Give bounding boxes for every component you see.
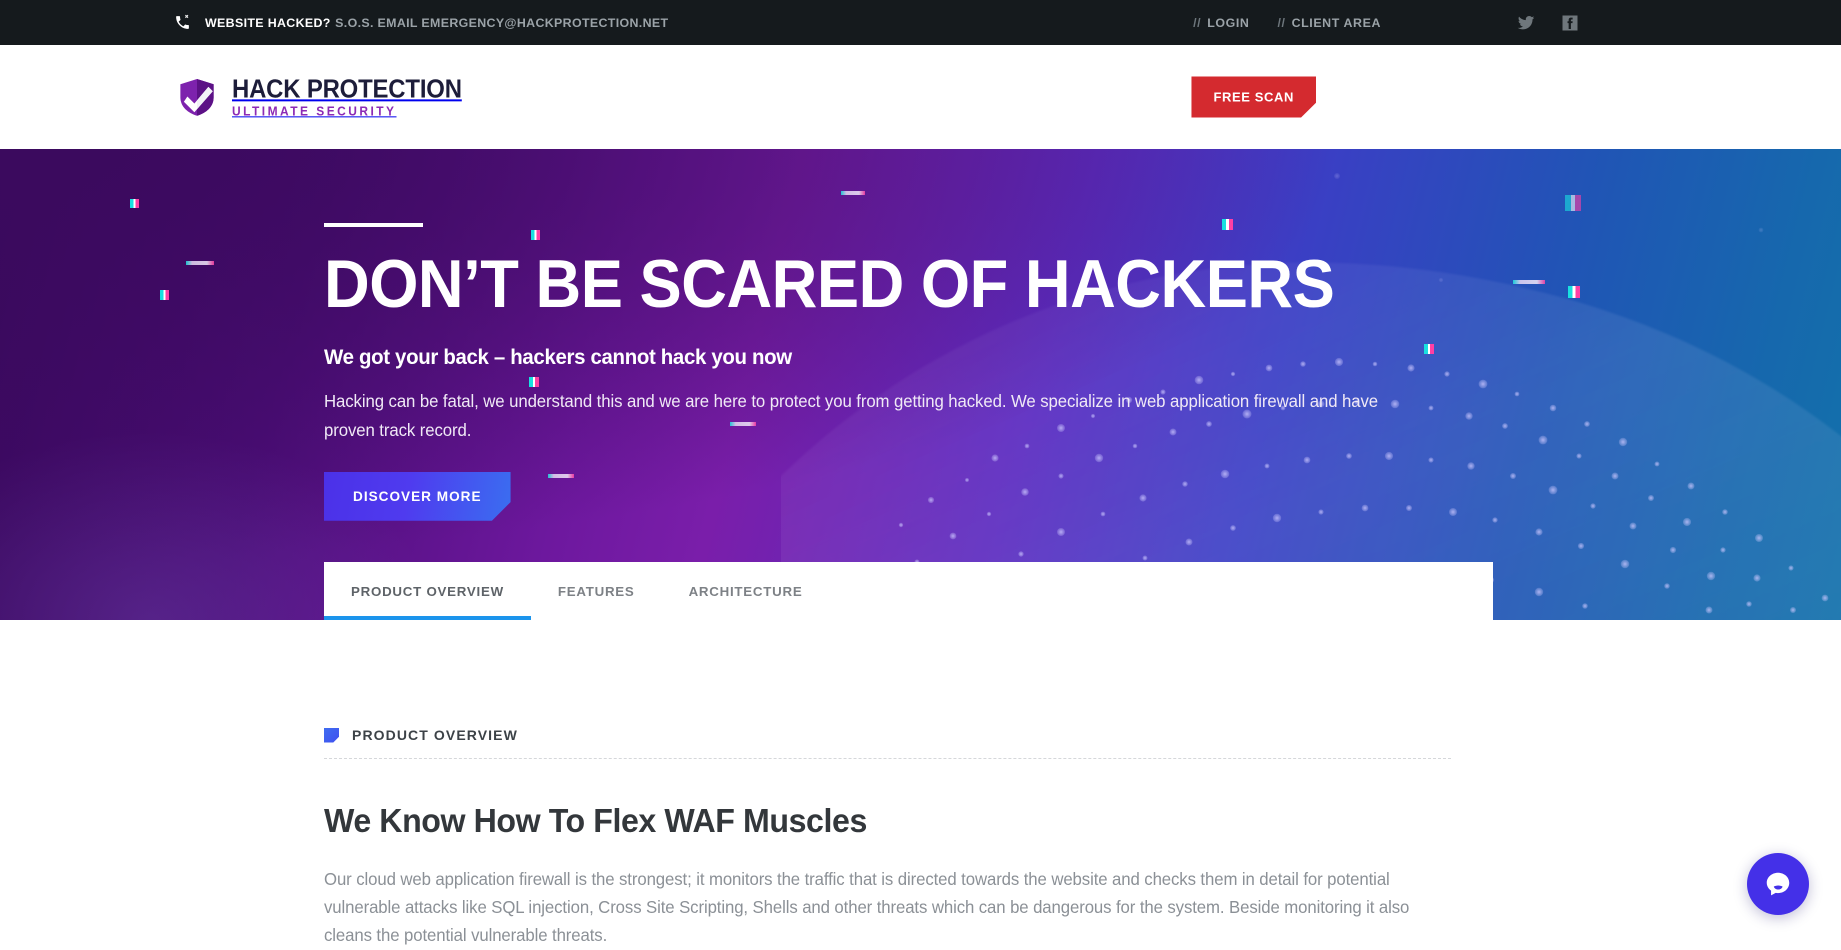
hero-content: DON’T BE SCARED OF HACKERS We got your b… [324, 149, 1494, 521]
facebook-icon[interactable] [1561, 14, 1579, 32]
free-scan-button[interactable]: FREE SCAN [1191, 77, 1316, 118]
section-eyebrow: PRODUCT OVERVIEW [324, 727, 1524, 743]
emergency-strong-text: WEBSITE HACKED? [205, 16, 331, 30]
client-area-label: CLIENT AREA [1292, 16, 1381, 30]
hero-title: DON’T BE SCARED OF HACKERS [324, 250, 1412, 319]
logo-main-text: HACK PROTECTION [232, 75, 462, 102]
hero-banner: DON’T BE SCARED OF HACKERS We got your b… [0, 149, 1841, 620]
tab-architecture[interactable]: ARCHITECTURE [662, 562, 830, 620]
blue-notch-square-icon [324, 728, 339, 743]
emergency-text: WEBSITE HACKED? S.O.S. EMAIL EMERGENCY@H… [205, 14, 668, 32]
chat-widget-button[interactable] [1747, 853, 1809, 915]
section-tabbar: PRODUCT OVERVIEW FEATURES ARCHITECTURE [324, 562, 1493, 620]
section-paragraph: Our cloud web application firewall is th… [324, 865, 1420, 950]
glitch-pixel [1568, 286, 1580, 298]
slash-decoration: // [1193, 16, 1201, 30]
hero-subtitle: We got your back – hackers cannot hack y… [324, 345, 1436, 370]
glitch-pixel [160, 290, 169, 300]
top-utility-bar: WEBSITE HACKED? S.O.S. EMAIL EMERGENCY@H… [0, 0, 1841, 45]
section-title: We Know How To Flex WAF Muscles [324, 803, 1476, 841]
glitch-dash [186, 261, 214, 265]
main-content: PRODUCT OVERVIEW We Know How To Flex WAF… [324, 620, 1524, 950]
hero-paragraph: Hacking can be fatal, we understand this… [324, 387, 1419, 443]
phone-ring-icon [174, 14, 191, 31]
site-header: HACK PROTECTION ULTIMATE SECURITY FREE S… [0, 45, 1841, 149]
top-links: // LOGIN // CLIENT AREA [1193, 0, 1381, 45]
slash-decoration: // [1277, 16, 1285, 30]
chat-bubble-icon [1763, 869, 1793, 899]
emergency-contact[interactable]: WEBSITE HACKED? S.O.S. EMAIL EMERGENCY@H… [174, 0, 668, 45]
logo-sub-text: ULTIMATE SECURITY [232, 105, 469, 119]
login-label: LOGIN [1207, 16, 1249, 30]
twitter-icon[interactable] [1517, 14, 1535, 32]
glitch-dash [1513, 280, 1545, 284]
hero-accent-bar [324, 223, 423, 227]
emergency-email-text: S.O.S. EMAIL EMERGENCY@HACKPROTECTION.NE… [335, 16, 668, 30]
client-area-link[interactable]: // CLIENT AREA [1277, 16, 1381, 30]
site-logo[interactable]: HACK PROTECTION ULTIMATE SECURITY [176, 75, 482, 118]
login-link[interactable]: // LOGIN [1193, 16, 1249, 30]
glitch-pixel [1565, 195, 1581, 211]
logo-text: HACK PROTECTION ULTIMATE SECURITY [232, 75, 482, 118]
shield-check-icon [176, 76, 218, 118]
discover-more-button[interactable]: DISCOVER MORE [324, 472, 511, 521]
section-eyebrow-label: PRODUCT OVERVIEW [352, 727, 518, 743]
social-links [1517, 0, 1579, 45]
section-divider [324, 758, 1451, 759]
tab-product-overview[interactable]: PRODUCT OVERVIEW [324, 562, 531, 620]
glitch-pixel [130, 199, 139, 208]
tab-features[interactable]: FEATURES [531, 562, 662, 620]
